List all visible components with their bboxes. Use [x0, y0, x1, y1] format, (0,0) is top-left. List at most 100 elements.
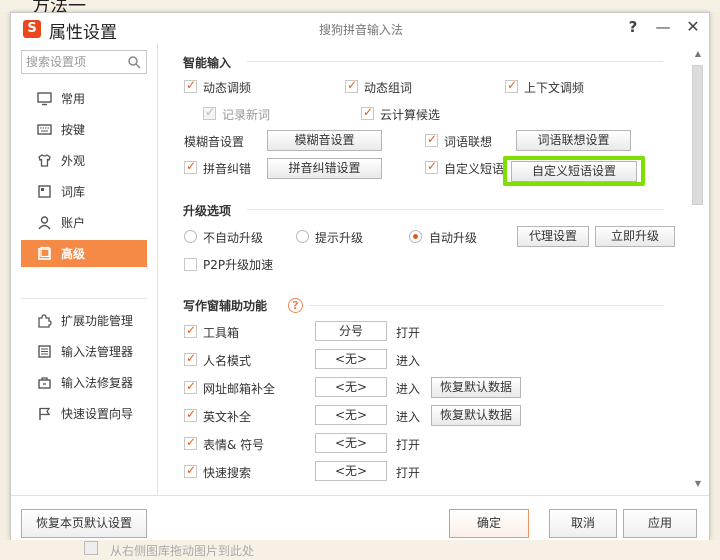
checkbox-url-email-completion[interactable] [184, 379, 197, 394]
restore-default-data-button[interactable]: 恢复默认数据 [431, 377, 521, 398]
label-emoji-symbols: 表情& 符号 [203, 438, 265, 452]
checkbox-p2p-upgrade[interactable] [184, 258, 197, 271]
label-toolbox: 工具箱 [203, 326, 240, 340]
upgrade-now-button[interactable]: 立即升级 [595, 226, 675, 247]
checkbox-association[interactable] [425, 132, 438, 147]
label-pinyin-correction: 拼音纠错 [203, 162, 252, 176]
label-dynamic-phrase: 动态组词 [364, 81, 413, 95]
sidebar-item-label: 外观 [61, 154, 86, 168]
sidebar-item-account[interactable]: 账户 [21, 209, 147, 236]
action-name-mode: 进入 [396, 354, 421, 368]
close-button[interactable]: ✕ [683, 16, 703, 38]
fuzzy-settings-button[interactable]: 模糊音设置 [267, 130, 382, 151]
sidebar-item-common[interactable]: 常用 [21, 85, 147, 112]
user-icon [38, 216, 51, 230]
help-icon[interactable]: ? [288, 298, 303, 313]
sidebar-item-keys[interactable]: 按键 [21, 116, 147, 143]
checkbox-emoji-symbols[interactable] [184, 435, 197, 450]
list-icon [38, 345, 51, 358]
label-p2p-upgrade: P2P升级加速 [203, 258, 274, 272]
search-icon[interactable] [127, 55, 141, 69]
section-divider [247, 209, 663, 210]
background-article-bottom: 从右侧图库拖动图片到此处 [0, 540, 720, 560]
highlight-annotation [503, 156, 645, 186]
label-custom-phrase: 自定义短语 [444, 162, 504, 176]
label-record-new-words: 记录新词 [222, 108, 271, 122]
radio-auto-upgrade[interactable] [409, 230, 422, 243]
restore-page-defaults-button[interactable]: 恢复本页默认设置 [21, 509, 147, 538]
sidebar-tool-ime-manager[interactable]: 输入法管理器 [21, 338, 147, 365]
label-dynamic-freq: 动态调频 [203, 81, 252, 95]
scroll-down-arrow-icon[interactable]: ▼ [691, 479, 705, 491]
sogou-logo-icon: S [23, 20, 41, 38]
label-quick-search: 快速搜索 [203, 466, 252, 480]
checkbox-cloud-candidates[interactable] [361, 105, 374, 120]
checkbox-context-freq[interactable] [505, 78, 518, 93]
scrollbar-thumb[interactable] [692, 65, 703, 205]
sidebar-item-dictionary[interactable]: 词库 [21, 178, 147, 205]
hotkey-box-quick-search[interactable]: <无> [315, 461, 387, 481]
checkbox-record-new-words[interactable] [203, 105, 216, 120]
shirt-icon [38, 154, 51, 167]
minimize-button[interactable]: — [653, 16, 673, 38]
ok-button[interactable]: 确定 [449, 509, 529, 538]
puzzle-icon [38, 314, 52, 328]
association-settings-button[interactable]: 词语联想设置 [516, 130, 631, 151]
scroll-up-arrow-icon[interactable]: ▲ [691, 49, 705, 61]
hotkey-box-name-mode[interactable]: <无> [315, 349, 387, 369]
hotkey-box-url-email[interactable]: <无> [315, 377, 387, 397]
pinyin-correction-settings-button[interactable]: 拼音纠错设置 [267, 158, 382, 179]
action-english: 进入 [396, 410, 421, 424]
sidebar-item-label: 按键 [61, 123, 86, 137]
monitor-icon [37, 92, 52, 106]
label-association: 词语联想 [444, 135, 493, 149]
sidebar-item-label: 词库 [61, 185, 86, 199]
search-input[interactable] [26, 54, 122, 70]
checkbox-name-mode[interactable] [184, 351, 197, 366]
sidebar-tool-ime-repair[interactable]: 输入法修复器 [21, 369, 147, 396]
settings-content: 智能输入 动态调频 动态组词 上下文调频 记录新词 云计算候选 模糊音设置 模糊… [159, 43, 687, 495]
sidebar-item-label: 账户 [61, 216, 86, 230]
sidebar-tool-extensions[interactable]: 扩展功能管理 [21, 307, 147, 334]
label-no-auto-upgrade: 不自动升级 [203, 231, 264, 245]
window-caption: 搜狗拼音输入法 [318, 23, 403, 37]
section-divider [309, 305, 663, 306]
sidebar-item-advanced[interactable]: 高级 [21, 240, 147, 267]
checkbox-pinyin-correction[interactable] [184, 159, 197, 174]
help-button[interactable]: ? [623, 16, 643, 38]
checkbox-dynamic-freq[interactable] [184, 78, 197, 93]
image-placeholder-icon [84, 541, 98, 555]
action-url-email: 进入 [396, 382, 421, 396]
flag-icon [39, 407, 51, 420]
checkbox-english-completion[interactable] [184, 407, 197, 422]
checkbox-dynamic-phrase[interactable] [345, 78, 358, 93]
advanced-icon [38, 246, 51, 260]
hotkey-box-toolbox[interactable]: 分号 [315, 321, 387, 341]
window-title: 属性设置 [49, 23, 117, 43]
checkbox-quick-search[interactable] [184, 463, 197, 478]
background-heading: 方法一 [32, 0, 86, 12]
label-english-completion: 英文补全 [203, 410, 252, 424]
hotkey-box-emoji[interactable]: <无> [315, 433, 387, 453]
radio-prompt-upgrade[interactable] [296, 230, 309, 243]
hotkey-box-english[interactable]: <无> [315, 405, 387, 425]
label-cloud-candidates: 云计算候选 [380, 108, 441, 122]
settings-search-box [21, 50, 147, 74]
sidebar-tool-setup-wizard[interactable]: 快速设置向导 [21, 400, 147, 427]
restore-default-data-button[interactable]: 恢复默认数据 [431, 405, 521, 426]
keyboard-icon [37, 124, 52, 135]
proxy-settings-button[interactable]: 代理设置 [517, 226, 589, 247]
sidebar-item-appearance[interactable]: 外观 [21, 147, 147, 174]
content-scrollbar[interactable]: ▲ ▼ [687, 43, 709, 495]
cancel-button[interactable]: 取消 [549, 509, 617, 538]
sidebar-item-label: 常用 [61, 92, 86, 106]
checkbox-toolbox[interactable] [184, 323, 197, 338]
sidebar: 常用 按键 外观 词库 账户 高级 扩展功能管理 输入法管理器 [11, 43, 158, 495]
radio-no-auto-upgrade[interactable] [184, 230, 197, 243]
label-url-email-completion: 网址邮箱补全 [203, 382, 276, 396]
checkbox-custom-phrase[interactable] [425, 159, 438, 174]
sidebar-divider [21, 298, 147, 299]
sidebar-item-label: 扩展功能管理 [61, 314, 134, 328]
apply-button[interactable]: 应用 [623, 509, 697, 538]
action-toolbox: 打开 [396, 326, 421, 340]
